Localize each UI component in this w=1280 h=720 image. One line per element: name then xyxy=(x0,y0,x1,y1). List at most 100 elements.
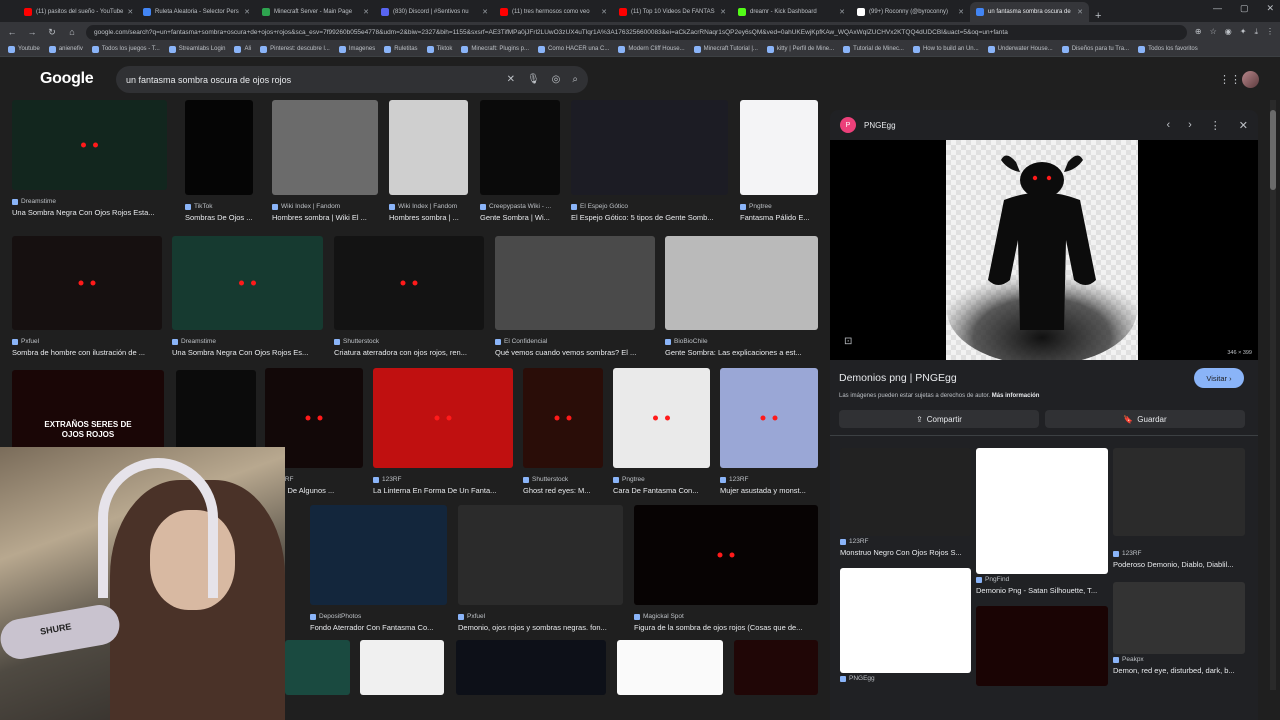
result-caption[interactable]: Demonio, ojos rojos y sombras negras. fo… xyxy=(458,623,633,632)
download-icon[interactable]: ⤓ xyxy=(1254,27,1258,37)
address-bar[interactable]: google.com/search?q=un+fantasma+sombra+o… xyxy=(86,24,1187,40)
bookmark-item[interactable]: Modern Cliff House... xyxy=(618,45,685,53)
bookmark-item[interactable]: Minecraft: Plugins p... xyxy=(461,45,529,53)
result-source[interactable]: Wiki Index | Fandom xyxy=(389,203,468,210)
result-thumbnail[interactable] xyxy=(373,368,513,468)
result-thumbnail[interactable] xyxy=(665,236,818,330)
result-caption[interactable]: Hombres sombra | Wiki El ... xyxy=(272,213,388,222)
result-thumbnail[interactable] xyxy=(617,640,723,695)
result-thumbnail[interactable] xyxy=(389,100,468,195)
result-source[interactable]: 123RF xyxy=(720,476,818,483)
browser-tab[interactable]: Ruleta Aleatoria - Selector Pers ✕ xyxy=(137,2,256,22)
bookmark-item[interactable]: Ruletitas xyxy=(384,45,418,53)
result-source[interactable]: Wiki Index | Fandom xyxy=(272,203,378,210)
mic-icon[interactable]: 🎙 xyxy=(527,74,540,85)
result-source[interactable]: BioBioChile xyxy=(665,338,818,345)
close-tab-icon[interactable]: ✕ xyxy=(720,8,726,16)
result-caption[interactable]: Qué vemos cuando vemos sombras? El ... xyxy=(495,348,665,357)
forward-icon[interactable]: → xyxy=(26,27,38,37)
close-tab-icon[interactable]: ✕ xyxy=(601,8,607,16)
result-caption[interactable]: Gente Sombra | Wi... xyxy=(480,213,570,222)
related-caption[interactable]: Monstruo Negro Con Ojos Rojos S... xyxy=(840,548,975,557)
bookmark-item[interactable]: Pinterest: descubre l... xyxy=(260,45,330,53)
bookmark-item[interactable]: Minecraft Tutorial |... xyxy=(693,45,758,53)
bookmark-item[interactable]: Streamlabs Login xyxy=(168,45,225,53)
result-caption[interactable]: Una Sombra Negra Con Ojos Rojos Esta... xyxy=(12,208,177,217)
browser-tab[interactable]: (11) Top 10 Videos De FANTAS ✕ xyxy=(613,2,732,22)
share-button[interactable]: ⇪ Compartir xyxy=(839,410,1039,428)
visit-button[interactable]: Visitar › xyxy=(1194,368,1244,388)
result-thumbnail[interactable] xyxy=(480,100,560,195)
bookmark-item[interactable]: Tiktok xyxy=(426,45,452,53)
result-thumbnail[interactable] xyxy=(571,100,728,195)
related-caption[interactable]: Demon, red eye, disturbed, dark, b... xyxy=(1113,666,1248,675)
related-source[interactable]: PNGEgg xyxy=(840,675,875,682)
close-tab-icon[interactable]: ✕ xyxy=(1077,8,1083,16)
close-tab-icon[interactable]: ✕ xyxy=(958,8,964,16)
more-options-icon[interactable]: ⋮ xyxy=(1210,119,1221,132)
close-tab-icon[interactable]: ✕ xyxy=(839,8,845,16)
maximize-icon[interactable]: ▢ xyxy=(1240,3,1249,14)
result-source[interactable]: Pxfuel xyxy=(12,338,162,345)
result-thumbnail[interactable] xyxy=(523,368,603,468)
result-caption[interactable]: Figura de la sombra de ojos rojos (Cosas… xyxy=(634,623,828,632)
panel-title[interactable]: Demonios png | PNGEgg xyxy=(839,372,957,384)
result-thumbnail[interactable] xyxy=(172,236,323,330)
result-thumbnail[interactable] xyxy=(740,100,818,195)
result-source[interactable]: El Confidencial xyxy=(495,338,655,345)
result-source[interactable]: Pxfuel xyxy=(458,613,623,620)
zoom-icon[interactable]: ⊕ xyxy=(1195,27,1202,37)
bookmark-item[interactable]: Todos los juegos - T... xyxy=(91,45,160,53)
browser-tab[interactable]: (99+) Roconny (@byroconny) ✕ xyxy=(851,2,970,22)
result-source[interactable]: 123RF xyxy=(373,476,513,483)
result-caption[interactable]: Una Sombra Negra Con Ojos Rojos Es... xyxy=(172,348,333,357)
menu-dots-icon[interactable]: ⋮ xyxy=(1266,27,1274,37)
scrollbar-thumb[interactable] xyxy=(1270,110,1276,190)
bookmark-item[interactable]: Ali xyxy=(234,45,251,53)
result-source[interactable]: DepositPhotos xyxy=(310,613,447,620)
related-thumbnail[interactable] xyxy=(840,448,971,536)
related-source[interactable]: PngFind xyxy=(976,576,1009,583)
result-thumbnail[interactable] xyxy=(176,370,256,450)
related-thumbnail[interactable] xyxy=(840,568,971,673)
result-thumbnail[interactable] xyxy=(720,368,818,468)
result-thumbnail[interactable] xyxy=(12,100,167,190)
related-source[interactable]: Peakpx xyxy=(1113,656,1144,663)
bookmark-item[interactable]: Diseños para tu Tra... xyxy=(1061,45,1129,53)
browser-tab[interactable]: Minecraft Server - Main Page ✕ xyxy=(256,2,375,22)
result-source[interactable]: TikTok xyxy=(185,203,253,210)
result-source[interactable]: Shutterstock xyxy=(523,476,603,483)
related-thumbnail[interactable] xyxy=(976,448,1108,574)
extension-icon[interactable]: ◉ xyxy=(1225,27,1232,37)
result-source[interactable]: Dreamstime xyxy=(12,198,167,205)
related-caption[interactable]: Demonio Png - Satan Silhouette, T... xyxy=(976,586,1111,595)
lens-icon[interactable]: ◎ xyxy=(552,74,561,85)
result-caption[interactable]: Mujer asustada y monst... xyxy=(720,486,828,495)
bookmark-item[interactable]: anienefiv xyxy=(48,45,83,53)
search-icon[interactable]: ⌕ xyxy=(572,74,578,85)
bookmark-item[interactable]: Youtube xyxy=(8,45,40,53)
result-source[interactable]: Magickal Spot xyxy=(634,613,818,620)
bookmark-item[interactable]: Tutorial de Minec... xyxy=(843,45,904,53)
preview-image[interactable] xyxy=(946,140,1138,365)
bookmark-item[interactable]: Como HACER una C... xyxy=(538,45,609,53)
search-input[interactable]: un fantasma sombra oscura de ojos rojos … xyxy=(116,66,588,93)
result-thumbnail[interactable] xyxy=(334,236,484,330)
reload-icon[interactable]: ↻ xyxy=(46,27,58,38)
panel-site-name[interactable]: PNGEgg xyxy=(864,121,896,130)
home-icon[interactable]: ⌂ xyxy=(66,27,78,37)
result-caption[interactable]: Criatura aterradora con ojos rojos, ren.… xyxy=(334,348,494,357)
clear-icon[interactable]: ✕ xyxy=(507,74,515,85)
result-source[interactable]: Pngtree xyxy=(613,476,710,483)
result-thumbnail[interactable] xyxy=(310,505,447,605)
related-thumbnail[interactable] xyxy=(976,606,1108,686)
browser-tab[interactable]: dreamr - Kick Dashboard ✕ xyxy=(732,2,851,22)
result-thumbnail[interactable] xyxy=(360,640,444,695)
result-caption[interactable]: Hombres sombra | ... xyxy=(389,213,478,222)
result-caption[interactable]: Gente Sombra: Las explicaciones a est... xyxy=(665,348,828,357)
result-source[interactable]: Creepypasta Wiki - ... xyxy=(480,203,560,210)
bookmark-item[interactable]: Todos los favoritos xyxy=(1138,45,1198,53)
result-source[interactable]: Dreamstime xyxy=(172,338,323,345)
browser-tab[interactable]: (11) tres hermosos como veo ✕ xyxy=(494,2,613,22)
google-logo[interactable]: Google xyxy=(40,70,94,88)
